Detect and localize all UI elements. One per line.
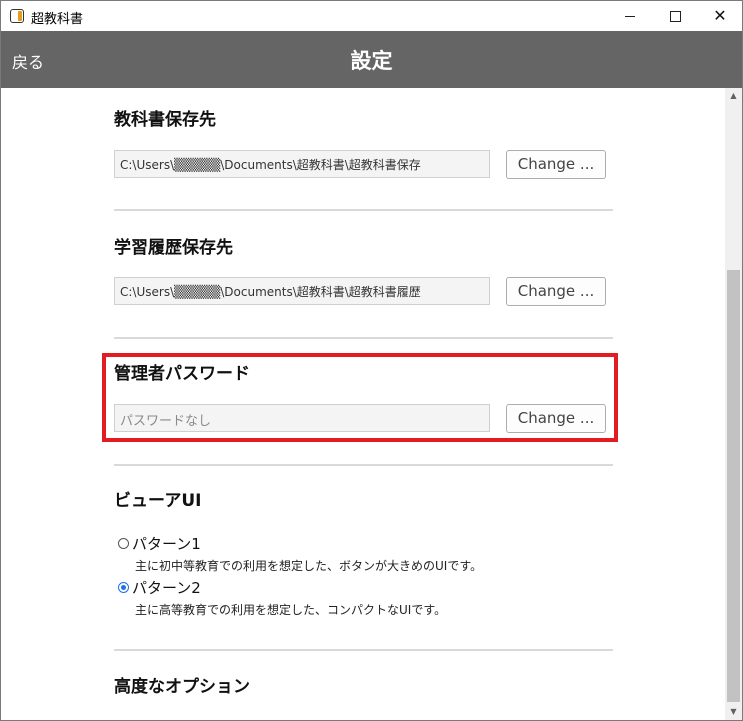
settings-header: 戻る 設定	[1, 31, 742, 88]
history-path-field: C:\Users\▒▒▒▒▒\Documents\超教科書\超教科書履歴	[114, 277, 490, 305]
section-title-textbook-location: 教科書保存先	[114, 110, 216, 130]
section-divider	[114, 337, 613, 339]
section-divider	[114, 464, 613, 466]
highlight-frame	[102, 353, 618, 442]
section-title-advanced: 高度なオプション	[114, 677, 250, 697]
minimize-button[interactable]	[607, 1, 653, 31]
change-history-location-button[interactable]: Change ...	[506, 277, 606, 306]
radio-description: 主に初中等教育での利用を想定した、ボタンが大きめのUIです。	[135, 559, 483, 573]
window-title: 超教科書	[31, 12, 84, 27]
maximize-button[interactable]	[652, 1, 698, 31]
section-title-viewer-ui: ビューアUI	[114, 491, 202, 511]
maximize-icon	[669, 10, 681, 22]
textbook-path-field: C:\Users\▒▒▒▒▒\Documents\超教科書\超教科書保存	[114, 150, 490, 178]
radio-unchecked-icon[interactable]	[118, 538, 129, 549]
app-logo-icon	[10, 9, 24, 23]
radio-description: 主に高等教育での利用を想定した、コンパクトなUIです。	[135, 603, 447, 617]
scroll-down-arrow-icon[interactable]: ▼	[725, 704, 742, 720]
section-divider	[114, 209, 613, 211]
radio-label: パターン2	[132, 579, 201, 597]
settings-content: 教科書保存先 C:\Users\▒▒▒▒▒\Documents\超教科書\超教科…	[1, 88, 725, 720]
minimize-icon	[625, 15, 635, 17]
close-button[interactable]: ✕	[697, 1, 742, 31]
title-bar: 超教科書 ✕	[1, 1, 742, 31]
radio-option-pattern2[interactable]: パターン2	[118, 577, 201, 598]
section-title-history-location: 学習履歴保存先	[114, 238, 233, 258]
section-divider	[114, 649, 613, 651]
radio-checked-icon[interactable]	[118, 582, 129, 593]
radio-option-pattern1[interactable]: パターン1	[118, 533, 201, 554]
close-icon: ✕	[713, 6, 727, 25]
page-title: 設定	[350, 49, 393, 73]
scroll-up-arrow-icon[interactable]: ▲	[725, 88, 742, 104]
change-textbook-location-button[interactable]: Change ...	[506, 150, 606, 179]
radio-label: パターン1	[132, 535, 201, 553]
vertical-scrollbar[interactable]: ▲ ▼	[725, 88, 742, 720]
app-window: 超教科書 ✕ 戻る 設定 教科書保存先 C:\Users\▒▒▒▒▒\Docum…	[0, 0, 743, 721]
scroll-thumb[interactable]	[727, 270, 740, 702]
